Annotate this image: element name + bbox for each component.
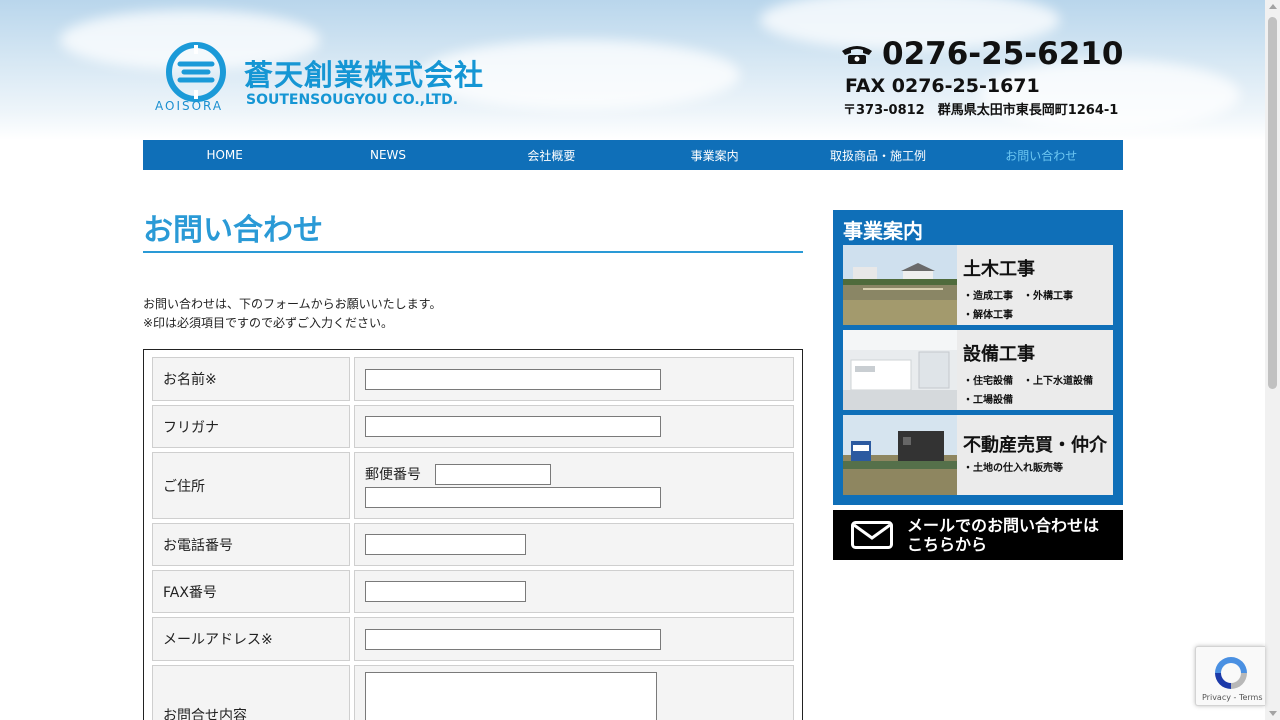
message-cell	[354, 665, 794, 720]
sidebar-title: 事業案内	[843, 219, 923, 243]
civil-works-sub: ・造成工事 ・外構工事	[963, 291, 1073, 302]
nav-products[interactable]: 取扱商品・施工例	[796, 140, 959, 170]
facilities-details: ・住宅設備 ・上下水道設備 ・工場設備	[963, 372, 1113, 410]
sidebar-item-realestate[interactable]: 不動産売買・仲介 ・土地の仕入れ販売等	[843, 415, 1113, 495]
mail-contact-button[interactable]: メールでのお問い合わせは こちらから	[833, 510, 1123, 560]
company-name-jp[interactable]: 蒼天創業株式会社	[244, 52, 484, 94]
message-textarea[interactable]	[365, 672, 657, 720]
scroll-up-arrow-icon[interactable]	[1269, 4, 1277, 9]
company-logo-icon[interactable]	[166, 42, 226, 102]
facilities-text: 設備工事 ・住宅設備 ・上下水道設備 ・工場設備	[957, 330, 1113, 410]
form-row-address: ご住所 郵便番号	[152, 452, 794, 519]
form-row-fax: FAX番号	[152, 570, 794, 613]
email-cell	[354, 617, 794, 661]
envelope-icon	[851, 521, 893, 549]
sidebar-item-civil[interactable]: 土木工事 ・造成工事 ・外構工事 ・解体工事	[843, 245, 1113, 325]
business-sidebar: 事業案内 土木工事 ・造成工事 ・外構工事 ・解体工事 設備工事 ・住宅設備 ・…	[833, 210, 1123, 505]
facilities-sub: ・住宅設備 ・上下水道設備	[963, 376, 1093, 387]
nav-news[interactable]: NEWS	[306, 140, 469, 170]
page-scrollbar[interactable]	[1265, 0, 1280, 720]
form-row-email: メールアドレス※	[152, 617, 794, 661]
phone-cell	[354, 523, 794, 566]
scrollbar-thumb[interactable]	[1268, 17, 1277, 389]
nav-company[interactable]: 会社概要	[470, 140, 633, 170]
mail-button-line: こちらから	[907, 535, 988, 554]
civil-works-sub: ・解体工事	[963, 310, 1013, 321]
postal-label: 郵便番号	[365, 467, 421, 483]
message-label: お問合せ内容	[152, 665, 350, 720]
mail-button-line: メールでのお問い合わせは	[907, 516, 1100, 535]
name-cell	[354, 357, 794, 401]
realestate-photo	[843, 415, 957, 495]
intro-line: ※印は必須項目ですので必ずご入力ください。	[143, 316, 394, 330]
name-input[interactable]	[365, 368, 661, 390]
phone-label: お電話番号	[152, 523, 350, 566]
realestate-text: 不動産売買・仲介 ・土地の仕入れ販売等	[957, 415, 1113, 495]
nav-home[interactable]: HOME	[143, 140, 306, 170]
facilities-sub: ・工場設備	[963, 395, 1013, 406]
furigana-input[interactable]	[365, 416, 661, 437]
company-name-en: SOUTENSOUGYOU CO.,LTD.	[246, 92, 459, 108]
nav-contact[interactable]: お問い合わせ	[960, 140, 1123, 170]
form-row-furigana: フリガナ	[152, 405, 794, 448]
page: AOISORA 蒼天創業株式会社 SOUTENSOUGYOU CO.,LTD. …	[0, 0, 1280, 720]
site-header: AOISORA 蒼天創業株式会社 SOUTENSOUGYOU CO.,LTD. …	[0, 0, 1265, 140]
facilities-title: 設備工事	[963, 344, 1035, 365]
address-cell: 郵便番号	[354, 452, 794, 519]
facilities-photo	[843, 330, 957, 410]
furigana-cell	[354, 405, 794, 448]
name-label: お名前※	[152, 357, 350, 401]
furigana-label: フリガナ	[152, 405, 350, 448]
address-label: ご住所	[152, 452, 350, 519]
recaptcha-links[interactable]: Privacy - Terms	[1202, 693, 1263, 702]
phone-number-text: 0276-25-6210	[882, 36, 1124, 72]
scroll-down-arrow-icon[interactable]	[1269, 711, 1277, 716]
fax-label: FAX番号	[152, 570, 350, 613]
postal-code-input[interactable]	[435, 463, 551, 485]
civil-works-title: 土木工事	[963, 259, 1035, 280]
phone-input[interactable]	[365, 534, 526, 555]
sidebar-item-facilities[interactable]: 設備工事 ・住宅設備 ・上下水道設備 ・工場設備	[843, 330, 1113, 410]
postal-line: 郵便番号	[365, 463, 783, 485]
email-input[interactable]	[365, 628, 661, 650]
form-row-phone: お電話番号	[152, 523, 794, 566]
realestate-details: ・土地の仕入れ販売等	[963, 459, 1113, 478]
civil-works-photo	[843, 245, 957, 325]
civil-works-details: ・造成工事 ・外構工事 ・解体工事	[963, 287, 1113, 325]
email-label: メールアドレス※	[152, 617, 350, 661]
recaptcha-badge[interactable]: Privacy - Terms	[1195, 646, 1265, 706]
realestate-title: 不動産売買・仲介	[963, 435, 1107, 456]
main-nav: HOME NEWS 会社概要 事業案内 取扱商品・施工例 お問い合わせ	[143, 140, 1123, 170]
company-address: 〒373-0812 群馬県太田市東長岡町1264-1	[843, 103, 1119, 118]
telephone-icon	[842, 46, 872, 64]
mail-button-text: メールでのお問い合わせは こちらから	[907, 516, 1099, 554]
main-content: お問い合わせ お問い合わせは、下のフォームからお願いいたします。 ※印は必須項目…	[143, 210, 803, 720]
contact-form: お名前※ フリガナ ご住所 郵便番号 お電話番号 FAX番号 メールアドレス※ …	[143, 349, 803, 720]
page-title: お問い合わせ	[143, 210, 803, 253]
recaptcha-icon	[1215, 657, 1247, 689]
phone-number: 0276-25-6210	[840, 36, 1123, 72]
realestate-sub: ・土地の仕入れ販売等	[963, 463, 1063, 474]
civil-works-text: 土木工事 ・造成工事 ・外構工事 ・解体工事	[957, 245, 1113, 325]
form-row-name: お名前※	[152, 357, 794, 401]
address-input[interactable]	[365, 486, 661, 508]
nav-business[interactable]: 事業案内	[633, 140, 796, 170]
form-row-message: お問合せ内容	[152, 665, 794, 720]
intro-text: お問い合わせは、下のフォームからお願いいたします。 ※印は必須項目ですので必ずご…	[143, 295, 803, 333]
fax-number: FAX 0276-25-1671	[845, 75, 1040, 97]
fax-input[interactable]	[365, 581, 526, 602]
fax-cell	[354, 570, 794, 613]
logo-subtext: AOISORA	[155, 99, 224, 113]
intro-line: お問い合わせは、下のフォームからお願いいたします。	[143, 297, 442, 311]
